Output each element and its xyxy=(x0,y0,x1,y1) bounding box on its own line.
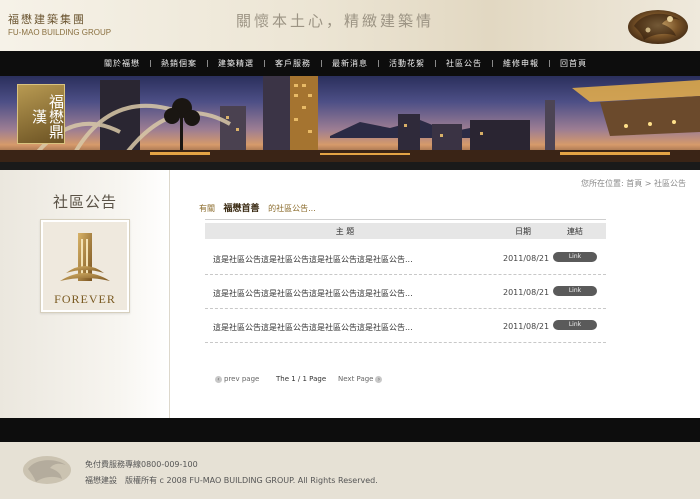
arrow-right-icon: › xyxy=(375,375,383,383)
nav-separator xyxy=(264,60,265,67)
notice-title[interactable]: 這是社區公告這是社區公告這是社區公告這是社區公告... xyxy=(213,254,413,265)
service-hotline: 免付費服務專線0800-009-100 xyxy=(85,460,198,469)
nav-item-events[interactable]: 活動花絮 xyxy=(389,58,425,69)
table-row: 這是社區公告這是社區公告這是社區公告這是社區公告... 2011/08/21 L… xyxy=(205,241,606,275)
skyline-illustration xyxy=(0,76,700,162)
project-badge: 福懋鼎漢 xyxy=(17,84,65,144)
header-slogan: 關懷本土心，精緻建築情 xyxy=(236,12,435,30)
forever-building-icon xyxy=(60,233,110,281)
prev-page-button[interactable]: ‹ prev page xyxy=(213,375,259,383)
city-night-banner xyxy=(0,76,700,162)
nav-item-repair-request[interactable]: 維修申報 xyxy=(503,58,539,69)
footer-band xyxy=(0,418,700,442)
notice-title[interactable]: 這是社區公告這是社區公告這是社區公告這是社區公告... xyxy=(213,288,413,299)
bronze-emblem-icon xyxy=(628,10,688,44)
footer-emblem-icon xyxy=(23,456,71,484)
nav-separator xyxy=(207,60,208,67)
site-header: 福懋建築集團 FU-MAO BUILDING GROUP 關懷本土心，精緻建築情 xyxy=(0,0,700,51)
banner-bottom-strip xyxy=(0,162,700,170)
copyright-text: 福懋建設 版權所有 c 2008 FU-MAO BUILDING GROUP. … xyxy=(85,476,378,485)
link-button[interactable]: Link xyxy=(553,252,597,262)
main-nav: 關於福懋 熱銷個案 建築精選 客戶服務 最新消息 活動花絮 社區公告 維修申報 … xyxy=(0,51,700,76)
column-header-subject: 主 題 xyxy=(335,227,355,236)
column-header-date: 日期 xyxy=(515,227,531,236)
nav-item-about[interactable]: 關於福懋 xyxy=(104,58,140,69)
project-name: 福懋首善 xyxy=(223,204,260,214)
notice-date: 2011/08/21 xyxy=(503,322,550,331)
prev-page-label: prev page xyxy=(224,375,260,383)
left-panel: 社區公告 FOREVER xyxy=(0,170,170,418)
nav-separator xyxy=(378,60,379,67)
table-row: 這是社區公告這是社區公告這是社區公告這是社區公告... 2011/08/21 L… xyxy=(205,309,606,343)
notice-date: 2011/08/21 xyxy=(503,288,550,297)
breadcrumb[interactable]: 您所在位置: 首頁 > 社區公告 xyxy=(581,178,686,189)
nav-separator xyxy=(150,60,151,67)
project-card[interactable]: FOREVER xyxy=(40,219,130,313)
link-button[interactable]: Link xyxy=(553,320,597,330)
main-content: 社區公告 FOREVER 您所在位置: 首頁 > 社區公告 有關 福懋首善 的社… xyxy=(0,170,700,418)
arrow-left-icon: ‹ xyxy=(215,375,222,383)
nav-separator xyxy=(321,60,322,67)
logo-chinese[interactable]: 福懋建築集團 xyxy=(8,11,86,27)
nav-item-featured-buildings[interactable]: 建築精選 xyxy=(218,58,254,69)
intro-suffix: 的社區公告... xyxy=(268,204,316,213)
table-top-divider xyxy=(205,219,606,220)
column-header-link: 連結 xyxy=(567,227,583,236)
logo-english[interactable]: FU-MAO BUILDING GROUP xyxy=(8,28,111,37)
page-status: The 1 / 1 Page xyxy=(276,375,327,383)
intro-prefix: 有關 xyxy=(199,204,215,213)
site-footer: 免付費服務專線0800-009-100 福懋建設 版權所有 c 2008 FU-… xyxy=(0,442,700,499)
project-card-label: FOREVER xyxy=(54,292,116,306)
nav-separator xyxy=(435,60,436,67)
nav-item-community-notices[interactable]: 社區公告 xyxy=(446,58,482,69)
notice-title[interactable]: 這是社區公告這是社區公告這是社區公告這是社區公告... xyxy=(213,322,413,333)
table-row: 這是社區公告這是社區公告這是社區公告這是社區公告... 2011/08/21 L… xyxy=(205,275,606,309)
next-page-button[interactable]: Next Page › xyxy=(338,375,384,383)
next-page-label: Next Page xyxy=(338,375,374,383)
intro-text: 有關 福懋首善 的社區公告... xyxy=(199,201,316,214)
pagination: ‹ prev page The 1 / 1 Page Next Page › xyxy=(213,375,413,387)
nav-item-news[interactable]: 最新消息 xyxy=(332,58,368,69)
nav-item-hot-projects[interactable]: 熱銷個案 xyxy=(161,58,197,69)
notice-date: 2011/08/21 xyxy=(503,254,550,263)
nav-item-customer-service[interactable]: 客戶服務 xyxy=(275,58,311,69)
badge-text: 福懋鼎漢 xyxy=(30,93,65,139)
nav-separator xyxy=(492,60,493,67)
table-header: 主 題 日期 連結 xyxy=(205,223,606,239)
nav-item-home[interactable]: 回首頁 xyxy=(560,58,587,69)
section-title: 社區公告 xyxy=(52,193,117,211)
nav-separator xyxy=(549,60,550,67)
link-button[interactable]: Link xyxy=(553,286,597,296)
